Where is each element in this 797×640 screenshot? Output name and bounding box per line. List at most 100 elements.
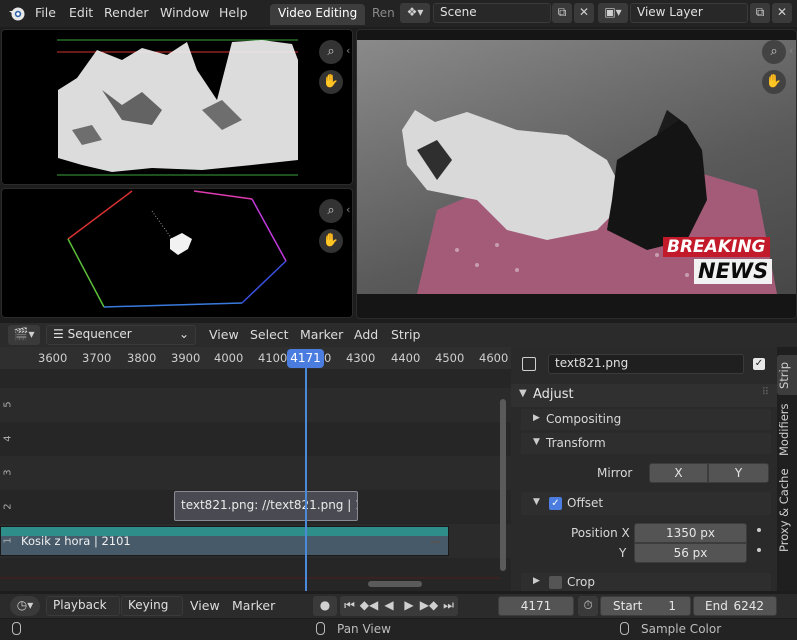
position-y-field[interactable]: 56 px [634, 543, 747, 563]
menu-edit[interactable]: Edit [69, 5, 93, 20]
frame-ruler[interactable]: 3600 3700 3800 3900 4000 4100 0 4300 440… [0, 347, 511, 369]
blender-logo-icon[interactable] [8, 5, 26, 22]
waveform-scope[interactable]: ⌕ ✋ ‹ [1, 29, 353, 185]
delete-scene-button[interactable]: ✕ [574, 3, 594, 23]
playhead-line[interactable] [305, 367, 307, 591]
sequencer-icon: ☰ [53, 327, 68, 341]
channel-row[interactable]: 4 [0, 422, 511, 456]
mirror-x-toggle[interactable]: X [649, 463, 708, 483]
workspace-tab-render[interactable]: Ren [364, 4, 403, 25]
ruler-tick: 4300 [346, 351, 376, 365]
end-value: 6242 [733, 599, 764, 613]
view-type-dropdown[interactable]: ☰ Sequencer ⌄ [46, 325, 196, 345]
channel-row[interactable]: 5 [0, 388, 511, 422]
keying-menu[interactable]: Keying ⌄ [121, 596, 183, 626]
play-reverse-button[interactable]: ◀ [379, 596, 399, 616]
jump-keyframe-back-button[interactable]: ◆◀ [359, 596, 379, 616]
scene-selector-button[interactable]: ❖▾ [400, 3, 430, 23]
playhead-frame-indicator[interactable]: 4171 [287, 349, 324, 368]
pan-view-button[interactable]: ✋ [319, 229, 343, 253]
current-frame-field[interactable]: 4171 [498, 596, 574, 616]
new-scene-button[interactable]: ⧉ [552, 3, 572, 23]
channel-row[interactable] [0, 558, 511, 591]
channel-row[interactable]: 3 [0, 456, 511, 490]
end-frame-field[interactable]: End 6242 [693, 596, 777, 616]
use-preview-range-button[interactable]: ⏱ [578, 596, 598, 616]
tab-strip[interactable]: Strip [777, 355, 797, 395]
jump-keyframe-forward-button[interactable]: ▶◆ [419, 596, 439, 616]
movie-strip[interactable]: Kosik z hora | 2101 [0, 526, 449, 556]
new-view-layer-button[interactable]: ⧉ [750, 3, 770, 23]
zoom-view-button[interactable]: ⌕ [762, 40, 786, 64]
menu-file[interactable]: File [35, 5, 56, 20]
crop-checkbox[interactable] [549, 576, 562, 589]
seq-menu-select[interactable]: Select [250, 327, 289, 342]
workspace-tab-video-editing[interactable]: Video Editing [270, 4, 366, 25]
pan-view-button[interactable]: ✋ [762, 70, 786, 94]
sidebar-toggle-icon[interactable]: ‹ [789, 44, 793, 57]
menu-help[interactable]: Help [219, 5, 248, 20]
drag-handle-icon[interactable]: ⠿ [762, 387, 769, 398]
channel-number: 3 [2, 469, 14, 476]
compositing-subpanel-header[interactable]: ▶ Compositing [521, 409, 771, 430]
offset-checkbox[interactable]: ✓ [549, 497, 562, 510]
auto-keying-button[interactable]: ● [313, 596, 337, 616]
image-strip[interactable]: text821.png: //text821.png | 1 [174, 491, 358, 521]
strip-name-field[interactable]: text821.png [548, 354, 744, 374]
view-layer-field[interactable]: View Layer [630, 3, 748, 23]
play-button[interactable]: ▶ [399, 596, 419, 616]
horizontal-scrollbar[interactable] [368, 581, 422, 587]
keyframe-dot-icon[interactable] [757, 548, 761, 552]
pan-view-button[interactable]: ✋ [319, 70, 343, 94]
timeline-menu-view[interactable]: View [190, 598, 220, 613]
position-x-field[interactable]: 1350 px [634, 523, 747, 543]
tab-proxy-cache[interactable]: Proxy & Cache [777, 465, 797, 555]
collapsed-arrow-icon: ▶ [533, 576, 540, 586]
channel-number: 2 [2, 503, 14, 510]
timeline-editor-type-button[interactable]: ◷▾ [10, 596, 40, 616]
clock-icon: ◷▾ [16, 598, 34, 612]
zoom-view-button[interactable]: ⌕ [319, 40, 343, 64]
play-icon: ▶ [404, 598, 414, 612]
editor-type-button[interactable]: 🎬▾ [8, 325, 40, 345]
playback-menu[interactable]: Playback ⌄ [46, 596, 120, 626]
offset-subpanel-header[interactable]: ▼ ✓ Offset [521, 492, 771, 515]
menu-render[interactable]: Render [104, 5, 149, 20]
zoom-view-button[interactable]: ⌕ [319, 199, 343, 223]
vertical-scrollbar[interactable] [500, 399, 506, 571]
zoom-icon: ⌕ [327, 203, 335, 218]
breaking-label: BREAKING [663, 237, 770, 257]
vectorscope[interactable]: ⌕ ✋ ‹ [1, 188, 353, 318]
sequencer-timeline[interactable]: 3600 3700 3800 3900 4000 4100 0 4300 440… [0, 347, 511, 591]
strip-enabled-checkbox[interactable]: ✓ [753, 358, 765, 370]
scene-field[interactable]: Scene [433, 3, 551, 23]
hand-icon: ✋ [322, 233, 340, 248]
current-frame-value: 4171 [520, 599, 552, 613]
timeline-menu-marker[interactable]: Marker [232, 598, 275, 613]
tab-modifiers[interactable]: Modifiers [777, 401, 797, 459]
seq-menu-marker[interactable]: Marker [300, 327, 343, 342]
menu-window[interactable]: Window [160, 5, 209, 20]
delete-view-layer-button[interactable]: ✕ [772, 3, 792, 23]
seq-menu-strip[interactable]: Strip [391, 327, 420, 342]
view-layer-selector-button[interactable]: ▣▾ [598, 3, 628, 23]
movie-strip-label: Kosik z hora | 2101 [21, 534, 131, 548]
sidebar-toggle-icon[interactable]: ‹ [346, 203, 350, 216]
adjust-label: Adjust [533, 387, 574, 402]
channel-number: 1 [2, 537, 14, 544]
seq-menu-view[interactable]: View [209, 327, 239, 342]
crop-subpanel-header[interactable]: ▶ Crop [521, 573, 771, 591]
keying-label: Keying [128, 598, 169, 612]
sidebar-toggle-icon[interactable]: ‹ [346, 44, 350, 57]
start-frame-field[interactable]: Start 1 [600, 596, 691, 616]
keyframe-dot-icon[interactable] [757, 528, 761, 532]
transform-label: Transform [546, 436, 606, 450]
adjust-panel-header[interactable]: ▼ Adjust ⠿ [511, 384, 777, 407]
transform-subpanel-header[interactable]: ▼ Transform [521, 433, 771, 454]
sequencer-preview[interactable]: BREAKING NEWS ⌕ ✋ ‹ [356, 29, 797, 319]
seq-menu-add[interactable]: Add [354, 327, 378, 342]
jump-end-button[interactable]: ⏭ [439, 596, 458, 616]
mirror-y-toggle[interactable]: Y [708, 463, 769, 483]
pan-view-hint: Pan View [337, 622, 391, 636]
jump-start-button[interactable]: ⏮ [340, 596, 359, 616]
